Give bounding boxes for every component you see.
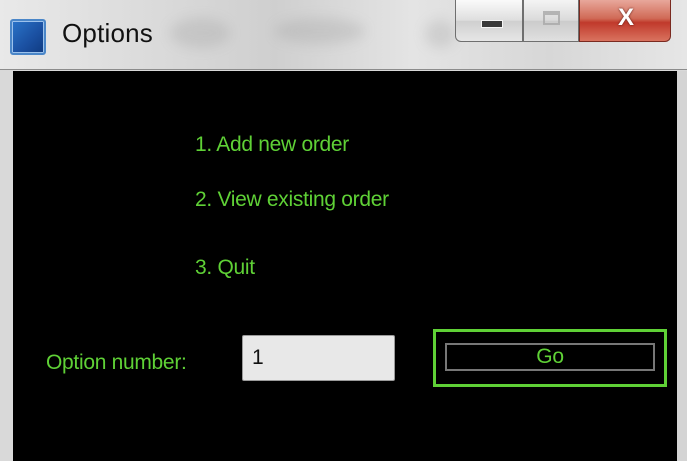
title-bar-blur xyxy=(425,20,455,48)
client-area: 1. Add new order 2. View existing order … xyxy=(13,71,677,461)
option-number-label: Option number: xyxy=(46,351,187,374)
close-button[interactable]: X xyxy=(579,0,671,42)
menu-item-add-new-order: 1. Add new order xyxy=(195,133,349,156)
minimize-button[interactable] xyxy=(455,0,523,42)
maximize-icon xyxy=(543,11,560,25)
minimize-icon xyxy=(481,20,503,28)
go-button-label: Go xyxy=(445,343,655,371)
options-window: Options X 1. Add new order 2. View exist… xyxy=(0,0,687,461)
app-window-icon[interactable] xyxy=(10,19,46,55)
menu-item-view-existing-order: 2. View existing order xyxy=(195,188,389,211)
title-bar-blur xyxy=(170,18,230,48)
menu-item-quit: 3. Quit xyxy=(195,256,255,279)
close-icon: X xyxy=(617,4,634,31)
caption-buttons: X xyxy=(455,0,687,45)
title-bar-blur xyxy=(275,18,365,44)
window-title: Options xyxy=(62,18,154,48)
option-number-input[interactable] xyxy=(242,335,395,381)
title-bar[interactable]: Options X xyxy=(0,0,687,70)
maximize-button[interactable] xyxy=(523,0,579,42)
window-right-border xyxy=(677,71,687,461)
go-button[interactable]: Go xyxy=(433,329,667,387)
